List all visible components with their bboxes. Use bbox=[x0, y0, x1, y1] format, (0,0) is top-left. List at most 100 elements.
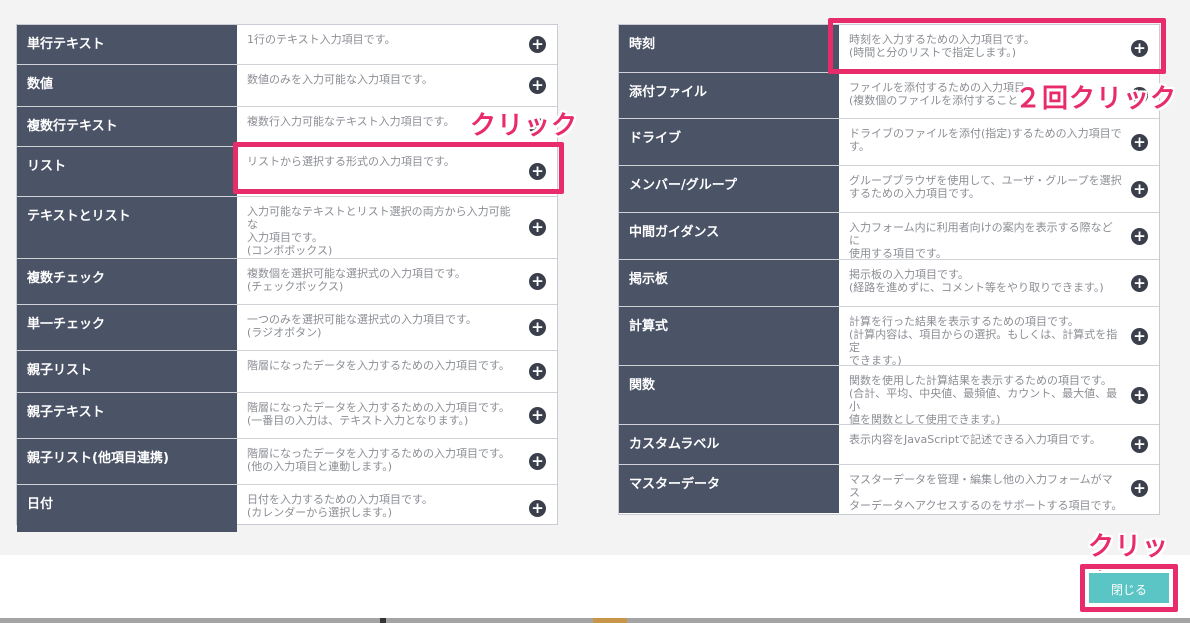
add-item-icon[interactable]: + bbox=[529, 453, 546, 470]
left-item-label: 単行テキスト bbox=[17, 25, 237, 64]
left-item-description-text: 日付を入力するための入力項目です。 (カレンダーから選択します。) bbox=[247, 493, 433, 519]
left-item-description: 階層になったデータを入力するための入力項目です。 (他の入力項目と連動します。)… bbox=[237, 439, 557, 484]
left-item-label: リスト bbox=[17, 147, 237, 196]
add-item-icon[interactable]: + bbox=[529, 77, 546, 94]
left-item-row: テキストとリスト 入力可能なテキストとリスト選択の両方から入力可能な 入力項目です… bbox=[17, 197, 557, 259]
right-item-label: 中間ガイダンス bbox=[619, 213, 839, 259]
right-item-description: マスターデータを管理・編集し他の入力フォームがマス ターデータへアクセスするのを… bbox=[839, 465, 1159, 513]
add-item-icon[interactable]: + bbox=[529, 219, 546, 236]
left-item-description-text: 階層になったデータを入力するための入力項目です。 (他の入力項目と連動します。) bbox=[247, 447, 510, 473]
left-item-row: 親子リスト 階層になったデータを入力するための入力項目です。 + bbox=[17, 351, 557, 393]
right-item-description-text: マスターデータを管理・編集し他の入力フォームがマス ターデータへアクセスするのを… bbox=[849, 473, 1123, 512]
right-item-label: 掲示板 bbox=[619, 260, 839, 306]
right-item-description: 関数を使用した計算結果を表示するための項目です。 (合計、平均、中央値、最頻値、… bbox=[839, 366, 1159, 426]
right-item-description-text: 掲示板の入力項目です。 (経路を進めずに、コメント等をやり取りできます。) bbox=[849, 268, 1104, 294]
left-item-label: 数値 bbox=[17, 65, 237, 106]
left-item-description-text: 階層になったデータを入力するための入力項目です。 bbox=[247, 359, 510, 372]
right-item-label: 時刻 bbox=[619, 25, 839, 72]
left-item-row: 単一チェック 一つのみを選択可能な選択式の入力項目です。 (ラジオボタン) + bbox=[17, 305, 557, 351]
annotation-click-list: クリック bbox=[470, 111, 579, 141]
left-item-description: 一つのみを選択可能な選択式の入力項目です。 (ラジオボタン) + bbox=[237, 305, 557, 350]
left-item-description-text: 入力可能なテキストとリスト選択の両方から入力可能な 入力項目です。 (コンボボッ… bbox=[247, 205, 511, 257]
right-item-label: メンバー/グループ bbox=[619, 166, 839, 212]
left-item-description: 日付を入力するための入力項目です。 (カレンダーから選択します。) + bbox=[237, 485, 557, 532]
left-item-description-text: 数値のみを入力可能な入力項目です。 bbox=[247, 73, 433, 86]
right-item-description-text: 表示内容をJavaScriptで記述できる入力項目です。 bbox=[849, 433, 1101, 446]
right-item-description: 計算を行った結果を表示するための項目です。 (計算内容は、項目からの選択。もしく… bbox=[839, 307, 1159, 367]
bottom-strip-marker bbox=[380, 618, 386, 623]
add-item-icon[interactable]: + bbox=[1131, 480, 1148, 497]
left-item-label: テキストとリスト bbox=[17, 197, 237, 258]
right-item-row: 計算式 計算を行った結果を表示するための項目です。 (計算内容は、項目からの選択。… bbox=[619, 307, 1159, 367]
right-item-description-text: ファイルを添付するための入力項目 (複数個のファイルを添付すること bbox=[849, 81, 1025, 107]
annotation-double-click-time: ２回クリック bbox=[1015, 84, 1178, 114]
add-item-dialog: 単行テキスト 1行のテキスト入力項目です。 + 数値 数値のみを入力可能な入力項目です。… bbox=[0, 0, 1190, 555]
add-item-icon[interactable]: + bbox=[1131, 436, 1148, 453]
left-item-description: 階層になったデータを入力するための入力項目です。 + bbox=[237, 351, 557, 392]
right-item-description-text: 計算を行った結果を表示するための項目です。 (計算内容は、項目からの選択。もしく… bbox=[849, 315, 1118, 367]
right-item-description: グループブラウザを使用して、ユーザ・グループを選択 するための入力項目です。 + bbox=[839, 166, 1159, 212]
left-item-description: 1行のテキスト入力項目です。 + bbox=[237, 25, 557, 64]
left-item-description: 複数個を選択可能な選択式の入力項目です。 (チェックボックス) + bbox=[237, 259, 557, 304]
close-button[interactable]: 閉じる bbox=[1087, 571, 1171, 605]
add-item-icon[interactable]: + bbox=[1131, 228, 1148, 245]
add-item-icon[interactable]: + bbox=[529, 500, 546, 517]
right-item-description: 掲示板の入力項目です。 (経路を進めずに、コメント等をやり取りできます。) + bbox=[839, 260, 1159, 306]
left-item-label: 単一チェック bbox=[17, 305, 237, 350]
right-item-label: カスタムラベル bbox=[619, 425, 839, 464]
left-item-table: 単行テキスト 1行のテキスト入力項目です。 + 数値 数値のみを入力可能な入力項目です。… bbox=[16, 24, 558, 532]
left-item-label: 複数チェック bbox=[17, 259, 237, 304]
add-item-icon[interactable]: + bbox=[529, 36, 546, 53]
right-item-label: 添付ファイル bbox=[619, 73, 839, 118]
right-item-description-text: グループブラウザを使用して、ユーザ・グループを選択 するための入力項目です。 bbox=[849, 174, 1122, 200]
left-item-row: 日付 日付を入力するための入力項目です。 (カレンダーから選択します。) + bbox=[17, 485, 557, 532]
right-item-description-text: 関数を使用した計算結果を表示するための項目です。 (合計、平均、中央値、最頻値、… bbox=[849, 374, 1118, 426]
left-item-label: 親子リスト(他項目連携) bbox=[17, 439, 237, 484]
left-item-row: 親子リスト(他項目連携) 階層になったデータを入力するための入力項目です。 (他の… bbox=[17, 439, 557, 485]
right-item-row: 関数 関数を使用した計算結果を表示するための項目です。 (合計、平均、中央値、最頻… bbox=[619, 366, 1159, 426]
right-item-row: ドライブ ドライブのファイルを添付(指定)するための入力項目で す。 + bbox=[619, 119, 1159, 166]
left-item-description-text: 1行のテキスト入力項目です。 bbox=[247, 33, 396, 46]
left-item-row: 数値 数値のみを入力可能な入力項目です。 + bbox=[17, 65, 557, 107]
right-item-description: 入力フォーム内に利用者向けの案内を表示する際などに 使用する項目です。 + bbox=[839, 213, 1159, 260]
right-item-row: 中間ガイダンス 入力フォーム内に利用者向けの案内を表示する際などに 使用する項目で… bbox=[619, 213, 1159, 260]
right-item-description-text: ドライブのファイルを添付(指定)するための入力項目で す。 bbox=[849, 127, 1122, 153]
right-item-label: 計算式 bbox=[619, 307, 839, 365]
dialog-footer bbox=[0, 555, 1190, 623]
left-item-label: 日付 bbox=[17, 485, 237, 532]
left-item-description: 入力可能なテキストとリスト選択の両方から入力可能な 入力項目です。 (コンボボッ… bbox=[237, 197, 557, 258]
right-item-row: メンバー/グループ グループブラウザを使用して、ユーザ・グループを選択 するための… bbox=[619, 166, 1159, 213]
add-item-icon[interactable]: + bbox=[1131, 387, 1148, 404]
add-item-icon[interactable]: + bbox=[529, 363, 546, 380]
add-item-icon[interactable]: + bbox=[529, 407, 546, 424]
highlight-time-row bbox=[828, 18, 1166, 74]
left-item-row: 複数チェック 複数個を選択可能な選択式の入力項目です。 (チェックボックス) + bbox=[17, 259, 557, 305]
left-item-description-text: 複数行入力可能なテキスト入力項目です。 bbox=[247, 115, 455, 128]
add-item-icon[interactable]: + bbox=[529, 319, 546, 336]
add-item-icon[interactable]: + bbox=[1131, 181, 1148, 198]
left-item-label: 親子テキスト bbox=[17, 393, 237, 438]
left-item-label: 親子リスト bbox=[17, 351, 237, 392]
left-item-description: 数値のみを入力可能な入力項目です。 + bbox=[237, 65, 557, 106]
right-item-description: 表示内容をJavaScriptで記述できる入力項目です。 + bbox=[839, 425, 1159, 464]
right-item-row: カスタムラベル 表示内容をJavaScriptで記述できる入力項目です。 + bbox=[619, 425, 1159, 465]
add-item-icon[interactable]: + bbox=[1131, 275, 1148, 292]
right-item-description: ドライブのファイルを添付(指定)するための入力項目で す。 + bbox=[839, 119, 1159, 165]
left-item-row: 親子テキスト 階層になったデータを入力するための入力項目です。 (一番目の入力は、… bbox=[17, 393, 557, 439]
right-item-row: マスターデータ マスターデータを管理・編集し他の入力フォームがマス ターデータへア… bbox=[619, 465, 1159, 513]
right-item-label: マスターデータ bbox=[619, 465, 839, 513]
left-item-description-text: 階層になったデータを入力するための入力項目です。 (一番目の入力は、テキスト入力… bbox=[247, 401, 510, 427]
right-item-row: 掲示板 掲示板の入力項目です。 (経路を進めずに、コメント等をやり取りできます。)… bbox=[619, 260, 1159, 307]
add-item-icon[interactable]: + bbox=[1131, 328, 1148, 345]
left-item-description-text: 一つのみを選択可能な選択式の入力項目です。 (ラジオボタン) bbox=[247, 313, 477, 339]
highlight-list-row bbox=[233, 142, 564, 194]
right-item-label: ドライブ bbox=[619, 119, 839, 165]
add-item-icon[interactable]: + bbox=[1131, 134, 1148, 151]
left-item-description: 階層になったデータを入力するための入力項目です。 (一番目の入力は、テキスト入力… bbox=[237, 393, 557, 438]
bottom-strip-accent bbox=[593, 618, 627, 623]
add-item-icon[interactable]: + bbox=[529, 273, 546, 290]
right-item-label: 関数 bbox=[619, 366, 839, 424]
right-item-description-text: 入力フォーム内に利用者向けの案内を表示する際などに 使用する項目です。 bbox=[849, 221, 1113, 260]
left-item-row: 単行テキスト 1行のテキスト入力項目です。 + bbox=[17, 25, 557, 65]
left-item-description-text: 複数個を選択可能な選択式の入力項目です。 (チェックボックス) bbox=[247, 267, 466, 293]
